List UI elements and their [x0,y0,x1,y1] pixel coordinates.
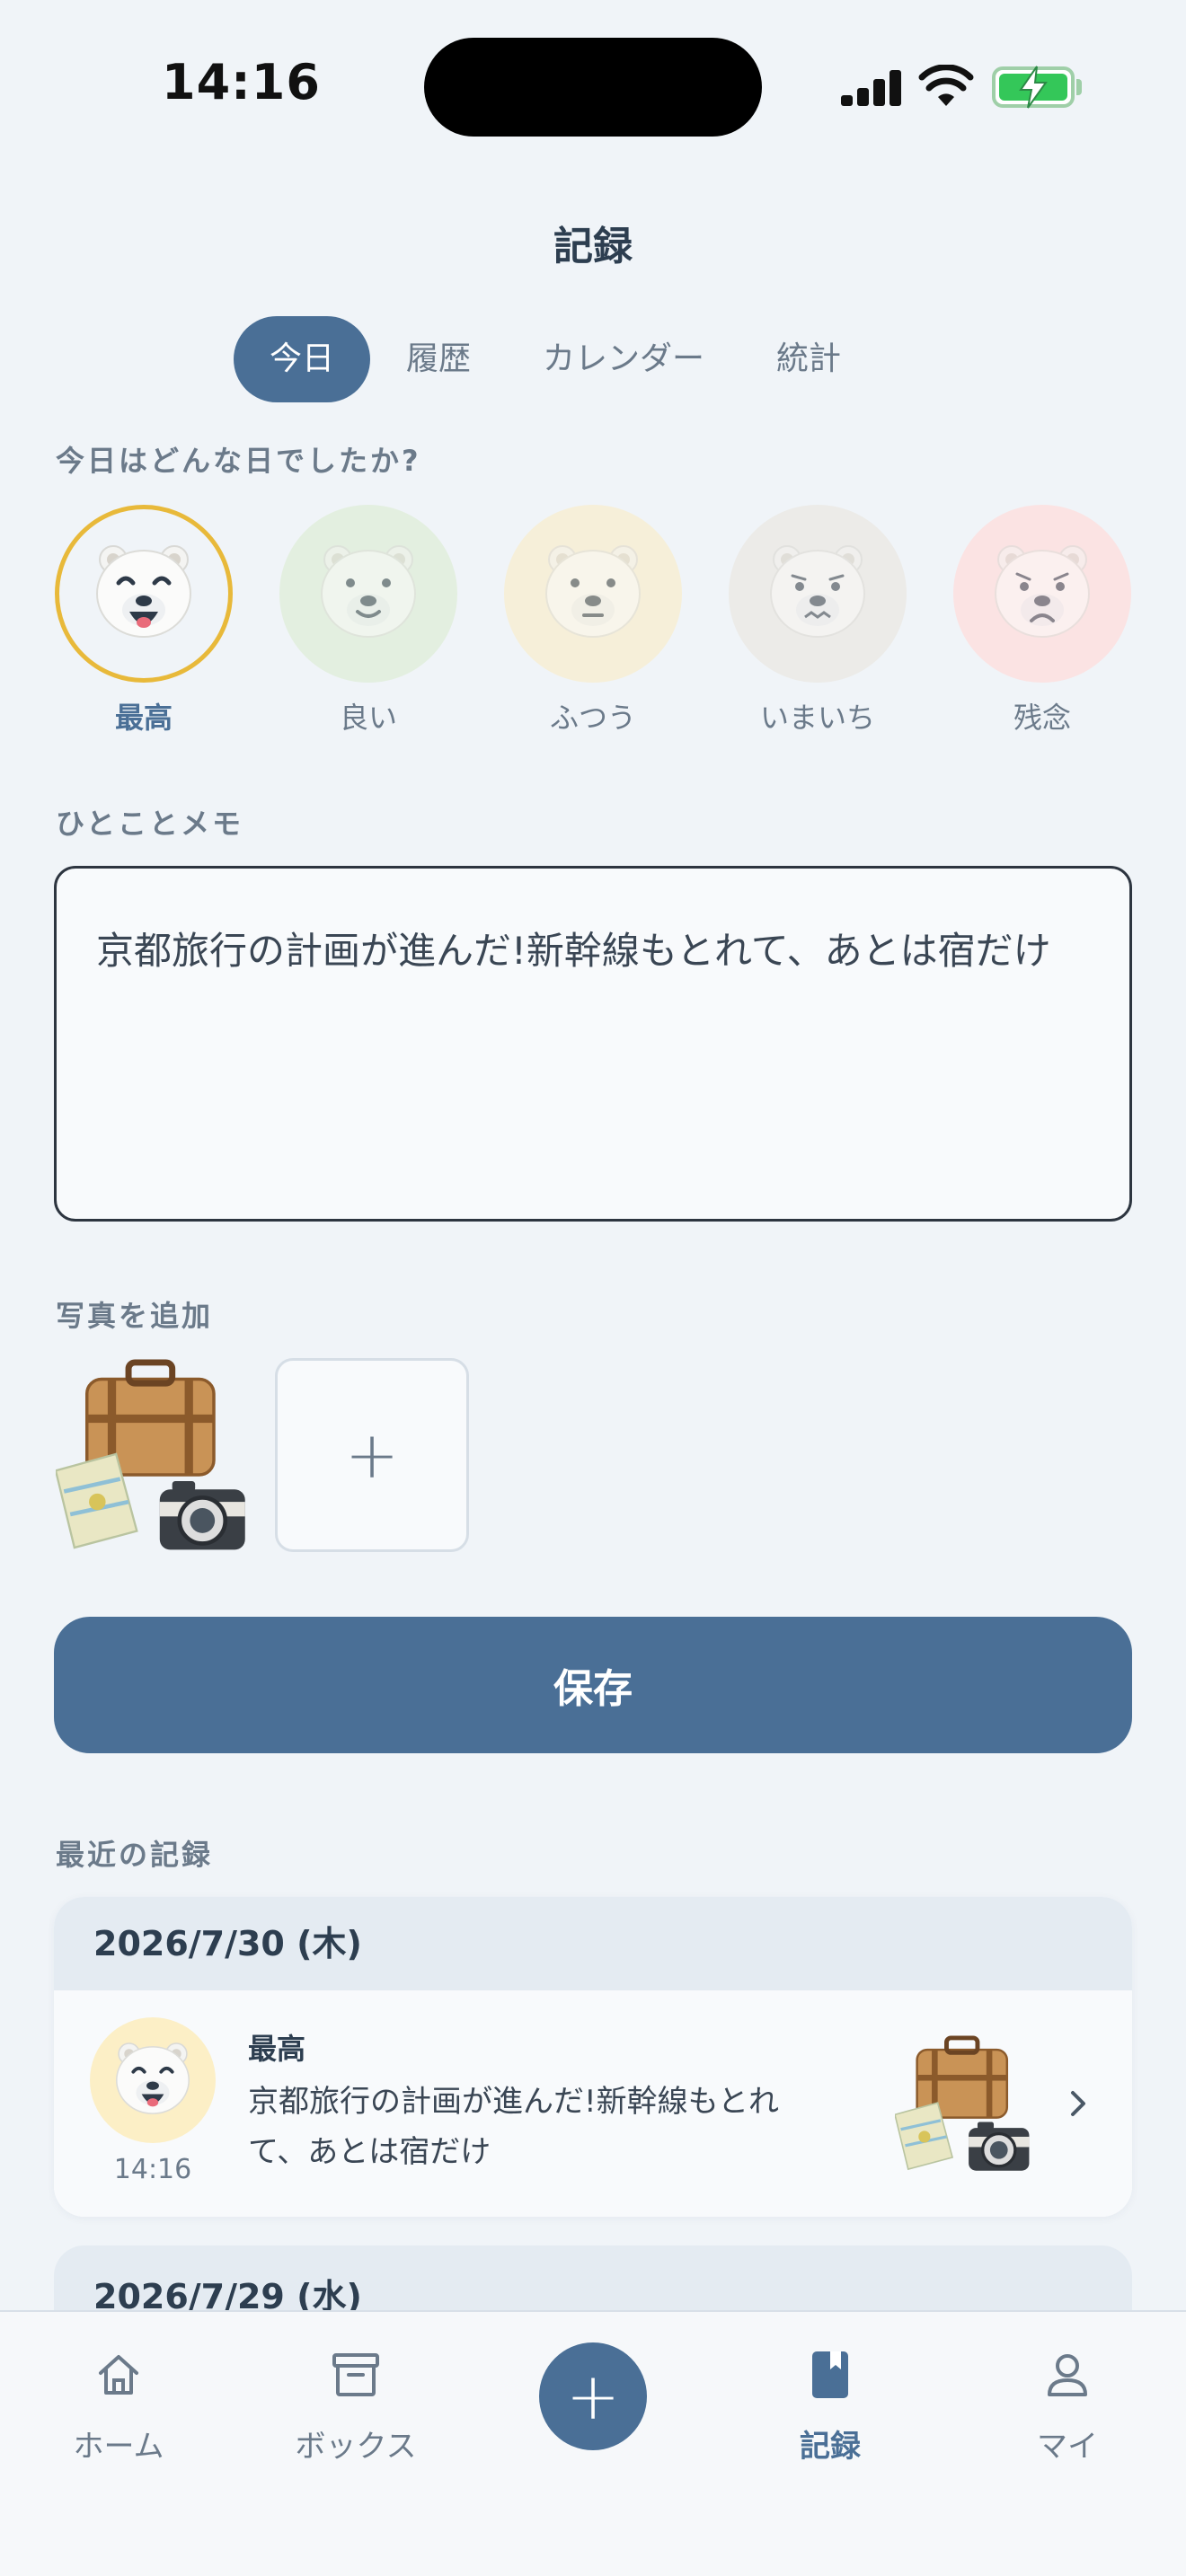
entry-date: 2026/7/29 (水) [93,2277,362,2316]
bear-smile-icon [321,545,416,638]
charging-bolt-icon [1019,66,1048,109]
wifi-icon [918,65,974,106]
cellular-signal-icon [841,70,902,106]
nav-home[interactable]: ホーム [29,2348,208,2466]
person-icon [1048,2354,1087,2396]
chevron-right-icon [1071,2091,1085,2116]
add-photo-button[interactable]: + [275,1358,469,1552]
bear-neutral-icon [545,545,641,638]
photo-thumbnail-travel[interactable] [56,1356,253,1554]
archive-box-icon [332,2353,379,2396]
memo-textarea[interactable]: 京都旅行の計画が進んだ!新幹線もとれて、あとは宿だけ [54,866,1132,1222]
entry-body: 14:16 最高 京都旅行の計画が進んだ!新幹線もとれ て、あとは宿だけ [54,1990,1132,2217]
bear-laughing-icon [116,2042,190,2114]
dynamic-island [424,38,762,137]
tab-history[interactable]: 履歴 [370,316,507,402]
save-button[interactable]: 保存 [54,1617,1132,1753]
bear-laughing-icon [96,545,191,638]
bookmark-icon [812,2351,848,2398]
bear-sad-icon [995,545,1090,638]
tab-today[interactable]: 今日 [234,316,371,402]
home-icon [99,2355,138,2395]
mood-circle [953,505,1131,683]
mood-label: 最高 [114,701,173,735]
mood-circle [279,505,457,683]
mood-option-bad[interactable]: 残念 [952,505,1132,737]
status-time: 14:16 [162,54,321,110]
entry-text-line: 京都旅行の計画が進んだ!新幹線もとれ [248,2084,779,2120]
mood-label: 良い [339,701,397,735]
nav-records[interactable]: 記録 [740,2348,920,2466]
entry-text: 京都旅行の計画が進んだ!新幹線もとれ て、あとは宿だけ [248,2077,779,2177]
mood-label: 残念 [1013,701,1071,735]
nav-label: ボックス [295,2429,417,2465]
entry-time: 14:16 [113,2154,192,2185]
nav-my[interactable]: マイ [978,2348,1157,2466]
entry-mood-avatar [90,2017,216,2143]
mood-circle [55,505,233,683]
add-record-fab[interactable]: + [539,2342,647,2450]
nav-label: ホーム [73,2429,164,2465]
mood-circle [729,505,907,683]
tab-calendar[interactable]: カレンダー [507,316,740,402]
mood-circle [504,505,682,683]
tab-stats[interactable]: 統計 [740,316,877,402]
mood-question: 今日はどんな日でしたか? [56,444,421,478]
mood-option-best[interactable]: 最高 [54,505,234,737]
entry-text-line: て、あとは宿だけ [248,2134,491,2170]
nav-box[interactable]: ボックス [266,2348,446,2466]
battery-tip [1076,79,1082,95]
mood-option-good[interactable]: 良い [279,505,458,737]
page-title: 記録 [553,224,633,269]
entry-photo-thumbnail [895,2033,1035,2174]
mood-label: ふつう [549,701,636,735]
mood-option-neutral[interactable]: ふつう [503,505,683,737]
photo-label: 写真を追加 [56,1299,214,1333]
entry-mood-label: 最高 [248,2032,306,2066]
memo-label: ひとことメモ [56,807,244,841]
bear-uneasy-icon [770,545,865,638]
entry-date: 2026/7/30 (木) [54,1897,1132,1990]
nav-label: マイ [1037,2429,1098,2465]
recent-label: 最近の記録 [56,1838,214,1872]
mood-label: いまいち [759,701,875,735]
nav-label: 記録 [800,2429,861,2465]
segment-tabs: 今日 履歴 カレンダー 統計 [234,316,877,402]
recent-entry-card[interactable]: 2026/7/30 (木) 14:16 最高 京都旅行の計画が進んだ!新幹線もと… [54,1897,1132,2217]
mood-option-meh[interactable]: いまいち [728,505,907,737]
